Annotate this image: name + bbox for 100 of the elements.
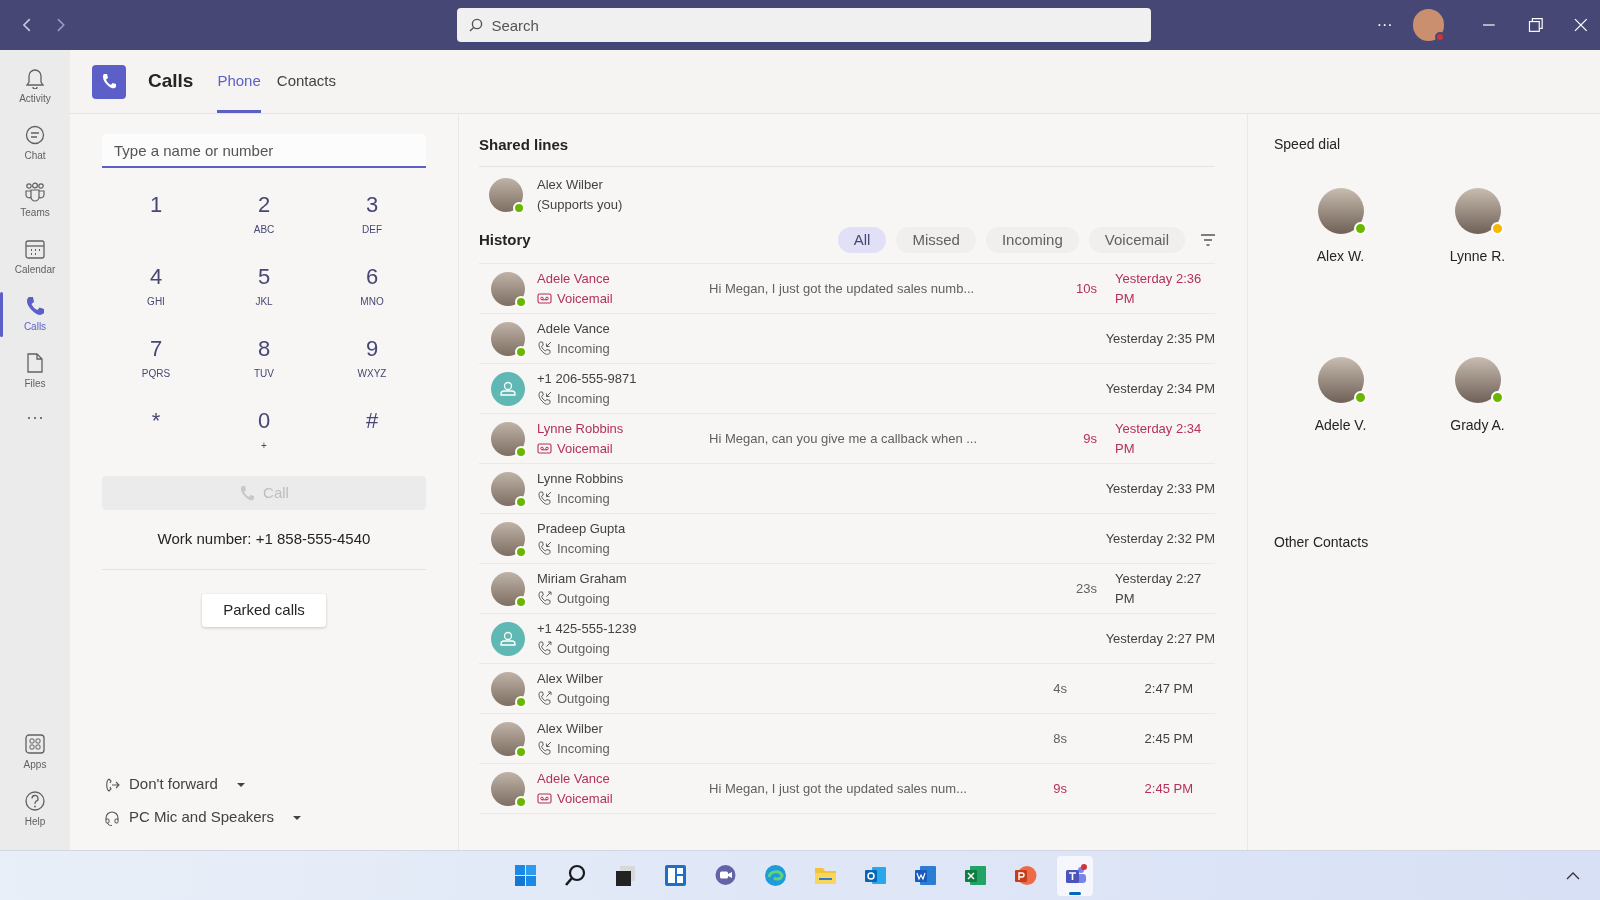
rail-file-tab[interactable]: Files — [0, 343, 70, 400]
person-icon — [491, 371, 525, 406]
dial-key[interactable]: 6 MNO — [318, 264, 426, 318]
device-dropdown[interactable]: PC Mic and Speakers — [104, 807, 426, 828]
call-history-row[interactable]: Pradeep Gupta Incoming Yesterday 2:32 PM — [479, 514, 1215, 564]
call-history-row[interactable]: Lynne Robbins Voicemail Hi Megan, can you give me a callback when ... 9s Yesterday 2:34 PM — [479, 414, 1215, 464]
call-history-row[interactable]: Alex Wilber Incoming 8s 2:45 PM — [479, 714, 1215, 764]
dial-key[interactable]: 0 + — [210, 408, 318, 462]
caller-name: Adele Vance — [537, 269, 611, 288]
call-duration: 8s — [1052, 729, 1067, 748]
call-history-row[interactable]: Adele Vance Voicemail Hi Megan, I just got the updated sales numb... 10s Yesterday 2:36 PM — [479, 264, 1215, 314]
chevron-up-icon — [1566, 872, 1580, 880]
call-history-row[interactable]: +1 425-555-1239 Outgoing Yesterday 2:27 PM — [479, 614, 1215, 664]
rail-apps-tab[interactable]: Apps — [0, 724, 70, 781]
call-time: 2:45 PM — [1143, 779, 1193, 798]
avatar-photo-placeholder — [491, 421, 525, 456]
caret-icon — [235, 781, 246, 788]
people-icon — [24, 181, 46, 203]
section-heading: Other Contacts — [1274, 533, 1370, 552]
section-heading: Shared lines — [479, 135, 570, 154]
dial-key[interactable]: 1 — [102, 192, 210, 246]
filter-pill[interactable]: Voicemail — [1088, 227, 1185, 253]
call-history-row[interactable]: Adele Vance Voicemail Hi Megan, I just got the updated sales num... 9s 2:45 PM — [479, 764, 1215, 814]
call-duration: 9s — [1052, 779, 1067, 798]
dial-key[interactable]: 8 TUV — [210, 336, 318, 390]
filter-pill[interactable]: All — [837, 227, 887, 253]
voicemail-icon — [537, 441, 552, 456]
call-type-label: Voicemail — [557, 789, 613, 808]
caret-icon — [292, 814, 303, 821]
speed-dial-contact[interactable]: Grady A. — [1409, 357, 1546, 436]
person-icon — [491, 621, 525, 656]
user-avatar[interactable] — [1412, 9, 1444, 41]
header-tab[interactable]: Contacts — [276, 50, 336, 113]
rail-teams-tab[interactable]: Teams — [0, 172, 70, 229]
rail-help-tab[interactable]: Help — [0, 781, 70, 838]
call-history-row[interactable]: Alex Wilber Outgoing 4s 2:47 PM — [479, 664, 1215, 714]
call-history-row[interactable]: Adele Vance Incoming Yesterday 2:35 PM — [479, 314, 1215, 364]
dial-key[interactable]: 5 JKL — [210, 264, 318, 318]
phone-icon — [239, 485, 256, 501]
call-time: Yesterday 2:32 PM — [1104, 529, 1215, 548]
dial-key[interactable]: 7 PQRS — [102, 336, 210, 390]
call-time: Yesterday 2:27 PM — [1104, 629, 1215, 648]
number-input-field[interactable]: Type a name or number — [102, 134, 426, 168]
search-field[interactable]: Search — [457, 8, 1151, 42]
forward-icon — [104, 776, 120, 793]
calendar-icon — [24, 238, 46, 260]
call-history-row[interactable]: +1 206-555-9871 Incoming Yesterday 2:34 PM — [479, 364, 1215, 414]
rail-calendar-tab[interactable]: Calendar — [0, 229, 70, 286]
more-apps-button[interactable]: ··· — [26, 404, 44, 431]
more-options-button[interactable]: ··· — [1376, 13, 1393, 37]
call-time: 2:47 PM — [1143, 679, 1193, 698]
dial-key[interactable]: 2 ABC — [210, 192, 318, 246]
speed-dial-contact[interactable]: Alex W. — [1272, 188, 1409, 267]
section-heading: Speed dial — [1274, 135, 1342, 154]
section-heading: History — [479, 229, 531, 250]
page-title: Calls — [148, 69, 194, 94]
call-type-label: Outgoing — [557, 689, 610, 708]
voicemail-preview: Hi Megan, can you give me a callback when ... — [709, 430, 978, 446]
call-type-label: Outgoing — [557, 589, 610, 608]
call-history-row[interactable]: Miriam Graham Outgoing 23s Yesterday 2:27 PM — [479, 564, 1215, 614]
call-history-row[interactable]: Lynne Robbins Incoming Yesterday 2:33 PM — [479, 464, 1215, 514]
speed-dial-contact[interactable]: Lynne R. — [1409, 188, 1546, 267]
rail-phone-tab[interactable]: Calls — [0, 286, 70, 343]
incoming-call-icon — [537, 341, 552, 356]
filter-pill[interactable]: Incoming — [985, 227, 1079, 253]
dial-key[interactable]: 9 WXYZ — [318, 336, 426, 390]
call-type-label: Incoming — [557, 539, 610, 558]
parked-calls-button[interactable]: Parked calls — [202, 593, 326, 627]
speed-dial-contact[interactable]: Adele V. — [1272, 357, 1409, 436]
call-duration: 10s — [1075, 279, 1097, 298]
search-icon — [562, 863, 588, 888]
voicemail-icon — [537, 791, 552, 806]
dial-key[interactable]: 3 DEF — [318, 192, 426, 246]
forward-dropdown[interactable]: Don't forward — [104, 774, 426, 795]
calls-app-icon — [92, 64, 126, 99]
call-type-label: Incoming — [557, 339, 610, 358]
avatar-photo-placeholder — [491, 471, 525, 506]
avatar-photo-placeholder — [491, 721, 525, 756]
caller-name: Lynne Robbins — [537, 469, 625, 488]
filter-icon — [1201, 234, 1215, 246]
caller-name: Miriam Graham — [537, 569, 628, 588]
dial-key[interactable]: * — [102, 408, 210, 462]
avatar-photo-placeholder — [1454, 188, 1501, 234]
contact-name: Alex Wilber — [537, 176, 604, 194]
filter-pill[interactable]: Missed — [896, 227, 976, 253]
search-icon — [469, 18, 484, 32]
avatar-photo-placeholder — [491, 321, 525, 356]
dial-key[interactable]: 4 GHI — [102, 264, 210, 318]
call-duration: 4s — [1052, 679, 1067, 698]
caller-name: Adele Vance — [537, 319, 611, 338]
dial-key[interactable]: # — [318, 408, 426, 462]
file-icon — [24, 352, 46, 374]
rail-chat-tab[interactable]: Chat — [0, 115, 70, 172]
incoming-call-icon — [537, 541, 552, 556]
caller-name: Adele Vance — [537, 769, 611, 788]
rail-bell-tab[interactable]: Activity — [0, 58, 70, 115]
avatar-photo-placeholder — [1454, 357, 1501, 403]
taskbar-app-button[interactable] — [1057, 855, 1093, 896]
caller-name: +1 425-555-1239 — [537, 619, 638, 638]
call-duration: 23s — [1075, 579, 1097, 598]
